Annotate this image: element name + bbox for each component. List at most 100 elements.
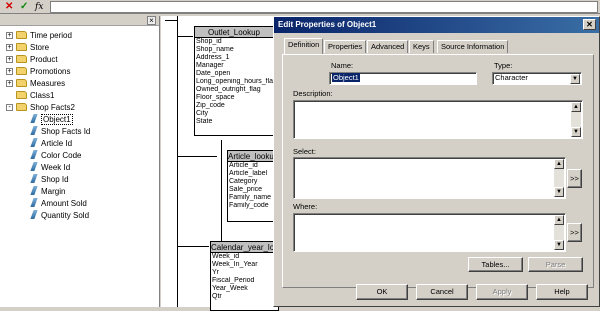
table-column[interactable]: Qtr — [211, 293, 278, 301]
formula-bar: ✕ ✓ fx — [0, 0, 600, 14]
tree-panel-header: × — [0, 16, 159, 26]
tree-node-label: Time period — [30, 31, 72, 40]
tree-node[interactable]: Color Code — [30, 150, 81, 162]
table-column[interactable]: Date_open — [195, 70, 273, 78]
tree-node[interactable]: Shop Id — [30, 174, 69, 186]
table-column[interactable]: Family_name — [228, 194, 278, 202]
checkmark-icon[interactable]: ✓ — [20, 1, 28, 13]
expand-icon[interactable]: + — [6, 68, 13, 75]
table-column[interactable]: Week_id — [211, 253, 278, 261]
tab-advanced[interactable]: Advanced — [367, 40, 409, 53]
description-scrollbar[interactable]: ▲ ▼ — [571, 102, 581, 137]
table-column[interactable]: Zip_code — [195, 102, 273, 110]
tables-button[interactable]: Tables... — [468, 257, 523, 272]
ok-button[interactable]: OK — [356, 284, 408, 300]
tree-node[interactable]: + Time period — [6, 30, 72, 42]
table-column[interactable]: Yr — [211, 269, 278, 277]
table-column[interactable]: Week_In_Year — [211, 261, 278, 269]
x-icon[interactable]: ✕ — [5, 1, 13, 13]
tree-node[interactable]: Shop Facts Id — [30, 126, 90, 138]
join-line — [177, 36, 193, 37]
table-outlet-lookup[interactable]: Outlet_Lookup Shop_id Shop_name Address_1 M… — [194, 26, 274, 136]
table-column[interactable]: Long_opening_hours_flag — [195, 78, 273, 86]
formula-input[interactable] — [50, 1, 598, 13]
scroll-down-icon[interactable]: ▼ — [554, 240, 564, 250]
table-column[interactable]: Shop_name — [195, 46, 273, 54]
scroll-up-icon[interactable]: ▲ — [554, 159, 564, 169]
tab-keys[interactable]: Keys — [409, 40, 434, 53]
tree-node[interactable]: Article Id — [30, 138, 72, 150]
table-calendar-year-lookup[interactable]: Calendar_year_lookup Week_idWeek_In_Year… — [210, 241, 279, 311]
select-label: Select: — [293, 147, 316, 156]
tree-node[interactable]: - Shop Facts2 — [6, 102, 75, 114]
tree-node[interactable]: + Promotions — [6, 66, 70, 78]
collapse-icon[interactable]: - — [6, 104, 13, 111]
description-textarea[interactable]: ▲ ▼ — [293, 100, 583, 139]
table-column[interactable]: Article_id — [228, 162, 278, 170]
table-column[interactable]: Category — [228, 178, 278, 186]
dialog-title-bar[interactable]: Edit Properties of Object1 ✕ — [274, 17, 599, 33]
apply-button[interactable]: Apply — [476, 284, 528, 300]
expand-icon[interactable]: + — [6, 80, 13, 87]
tree-node-label: Store — [30, 43, 50, 52]
table-column[interactable]: Shop_id — [195, 38, 273, 46]
tree-node-label: Measures — [30, 79, 66, 88]
table-column[interactable]: Floor_space — [195, 94, 273, 102]
tree-node[interactable]: Week Id — [30, 162, 70, 174]
name-field[interactable]: Object1 — [329, 72, 477, 85]
tab-source-information[interactable]: Source Information — [437, 40, 509, 53]
type-label: Type: — [494, 61, 513, 70]
tree-node[interactable]: Quantity Sold — [30, 210, 89, 222]
close-icon[interactable]: × — [147, 16, 156, 25]
tree-node[interactable]: Amount Sold — [30, 198, 87, 210]
edit-properties-dialog: Edit Properties of Object1 ✕ Definition … — [273, 16, 600, 307]
expand-icon[interactable]: + — [6, 56, 13, 63]
select-scrollbar[interactable]: ▲ ▼ — [554, 159, 564, 197]
type-select[interactable]: Character ▼ — [492, 72, 582, 85]
help-button[interactable]: Help — [536, 284, 588, 300]
where-label: Where: — [293, 202, 318, 211]
chevron-down-icon[interactable]: ▼ — [570, 74, 580, 84]
select-expand-button[interactable]: >> — [567, 169, 582, 188]
tree-node[interactable]: Margin — [30, 186, 65, 198]
table-column[interactable]: Owned_outright_flag — [195, 86, 273, 94]
where-scrollbar[interactable]: ▲ ▼ — [554, 215, 564, 250]
scroll-down-icon[interactable]: ▼ — [571, 127, 581, 137]
table-column[interactable]: State — [195, 118, 273, 126]
tree-node-label: Object1 — [41, 114, 73, 125]
tree-node[interactable]: + Product — [6, 54, 58, 66]
table-column[interactable]: Year_Week — [211, 285, 278, 293]
table-column[interactable]: Sale_price — [228, 186, 278, 194]
scroll-up-icon[interactable]: ▲ — [571, 102, 581, 112]
join-line — [221, 140, 222, 250]
table-column[interactable]: City — [195, 110, 273, 118]
table-column[interactable]: Fiscal_Period — [211, 277, 278, 285]
scroll-up-icon[interactable]: ▲ — [554, 215, 564, 225]
parse-button[interactable]: Parse — [528, 257, 583, 272]
tree-node[interactable]: Class1 — [6, 90, 54, 102]
table-column[interactable]: Family_code — [228, 202, 278, 210]
function-icon[interactable]: fx — [35, 1, 43, 13]
table-column[interactable]: Article_label — [228, 170, 278, 178]
table-column[interactable]: Address_1 — [195, 54, 273, 62]
tree-node[interactable]: + Measures — [6, 78, 65, 90]
scroll-down-icon[interactable]: ▼ — [554, 187, 564, 197]
tab-properties[interactable]: Properties — [324, 40, 367, 53]
cancel-button[interactable]: Cancel — [416, 284, 468, 300]
tree-node[interactable]: Object1 — [30, 114, 73, 126]
object-icon — [30, 126, 38, 135]
where-textarea[interactable]: ▲ ▼ — [293, 213, 566, 252]
where-expand-button[interactable]: >> — [567, 223, 582, 242]
tab-definition[interactable]: Definition — [284, 38, 324, 54]
join-line — [177, 16, 178, 307]
tree-node-label: Shop Id — [41, 175, 69, 184]
close-icon[interactable]: ✕ — [583, 19, 596, 30]
expand-icon[interactable]: + — [6, 32, 13, 39]
schema-canvas[interactable]: Outlet_Lookup Shop_id Shop_name Address_1 M… — [161, 16, 279, 311]
expand-icon[interactable]: + — [6, 44, 13, 51]
tree-node[interactable]: + Store — [6, 42, 49, 54]
table-column[interactable]: Manager — [195, 62, 273, 70]
select-textarea[interactable]: ▲ ▼ — [293, 157, 566, 199]
object-icon — [30, 114, 38, 123]
table-article-lookup[interactable]: Article_lookup Article_id Article_label Ca… — [227, 150, 279, 222]
